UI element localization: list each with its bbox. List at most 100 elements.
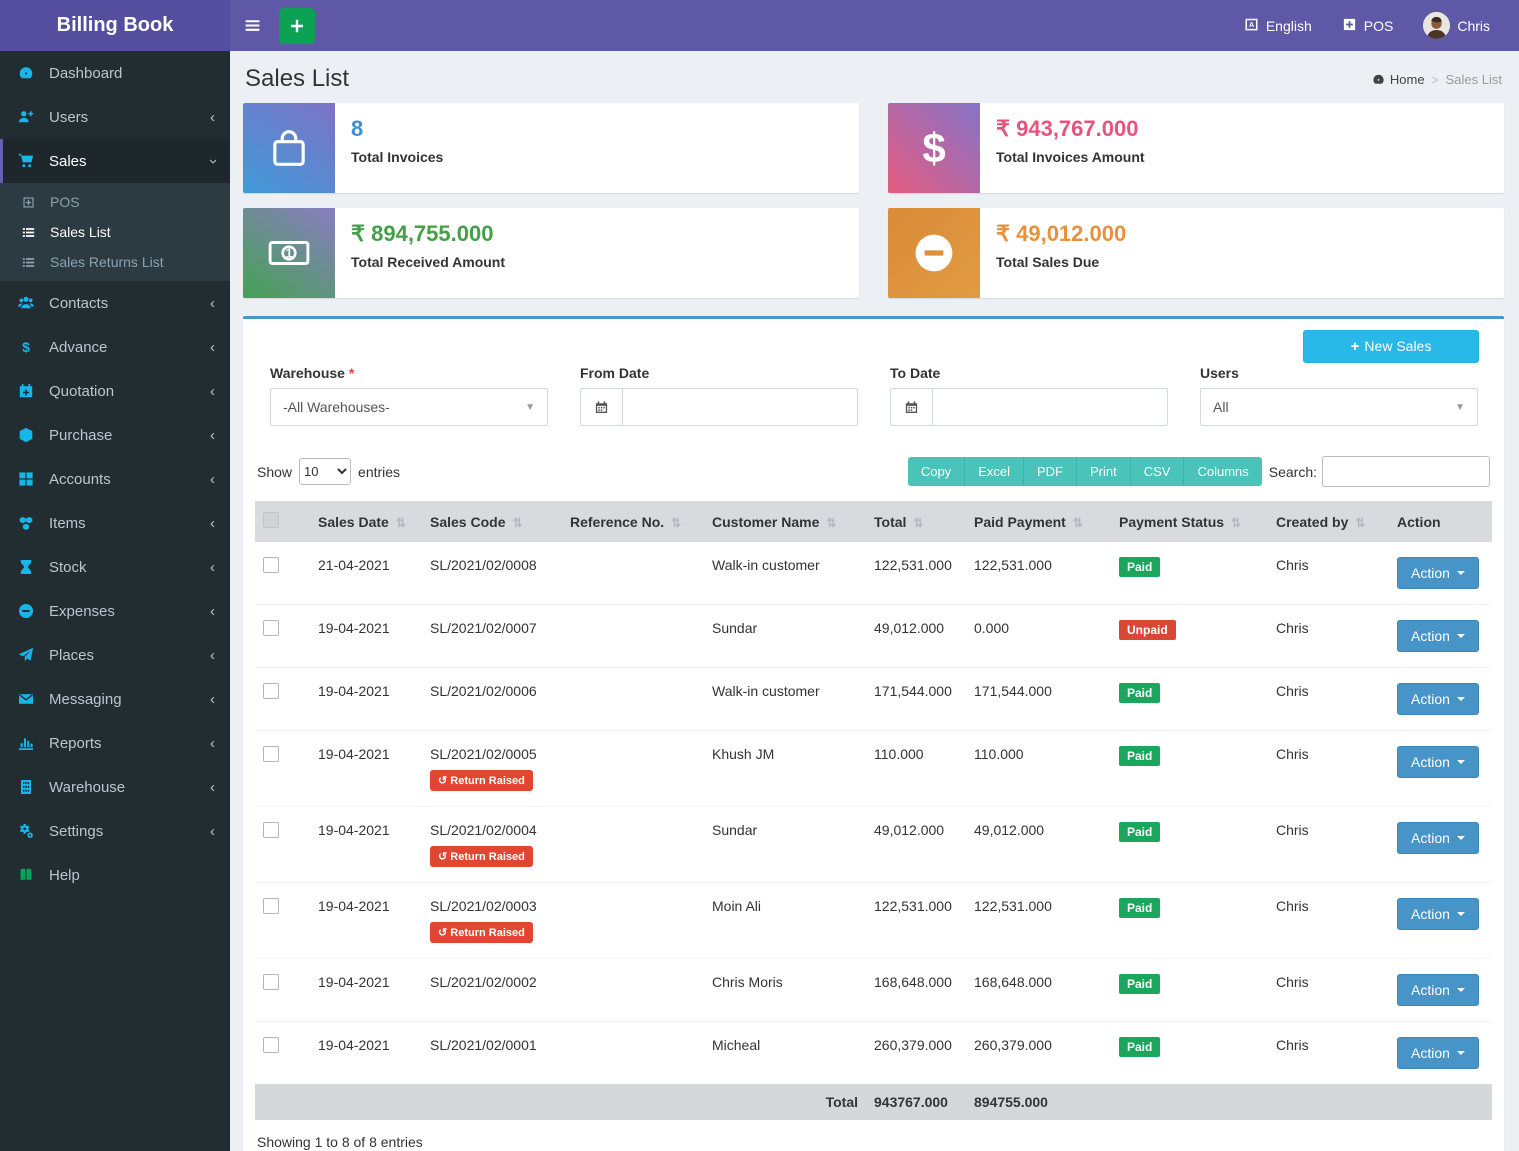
sidebar-item-advance[interactable]: $Advance‹ [0,325,230,369]
sidebar-item-reports[interactable]: Reports‹ [0,721,230,765]
columns-export-button[interactable]: Columns [1184,457,1261,486]
row-checkbox[interactable] [263,557,279,573]
column-header-reference-no[interactable]: Reference No.⇅ [562,501,704,542]
money-bill-icon: 1 [243,208,335,298]
excel-export-button[interactable]: Excel [965,457,1024,486]
app-logo[interactable]: Billing Book [0,0,230,51]
sort-icon[interactable]: ⇅ [826,516,836,530]
language-label: English [1266,18,1312,34]
row-checkbox[interactable] [263,683,279,699]
new-sales-label: New Sales [1364,338,1431,354]
copy-export-button[interactable]: Copy [908,457,965,486]
quick-add-button[interactable] [279,8,315,44]
sidebar-item-contacts[interactable]: Contacts‹ [0,281,230,325]
select-all-header [255,501,310,542]
language-menu[interactable]: A English [1229,0,1327,51]
book-icon [18,867,40,883]
chevron-icon: ‹ [210,559,215,576]
sidebar-item-settings[interactable]: Settings‹ [0,809,230,853]
paper-plane-icon [18,647,40,663]
action-dropdown-button[interactable]: Action [1397,683,1479,715]
sidebar-item-expenses[interactable]: Expenses‹ [0,589,230,633]
search-input[interactable] [1322,456,1490,487]
pos-link[interactable]: POS [1327,0,1409,51]
sort-icon[interactable]: ⇅ [1073,516,1083,530]
sidebar-item-messaging[interactable]: Messaging‹ [0,677,230,721]
action-dropdown-button[interactable]: Action [1397,557,1479,589]
to-date-label: To Date [890,365,1168,381]
row-checkbox[interactable] [263,822,279,838]
sort-icon[interactable]: ⇅ [913,516,923,530]
pos-label: POS [1364,18,1394,34]
column-header-action[interactable]: Action [1389,501,1492,542]
sidebar-subitem-sales-list[interactable]: Sales List [0,217,230,247]
action-dropdown-button[interactable]: Action [1397,898,1479,930]
sidebar-item-dashboard[interactable]: Dashboard [0,51,230,95]
row-checkbox[interactable] [263,974,279,990]
sidebar-item-label: Stock [49,559,87,576]
sidebar-item-items[interactable]: Items‹ [0,501,230,545]
column-header-payment-status[interactable]: Payment Status⇅ [1111,501,1268,542]
column-header-paid-payment[interactable]: Paid Payment⇅ [966,501,1111,542]
table-row: 19-04-2021SL/2021/02/0005↺ Return Raised… [255,731,1492,807]
sidebar-item-warehouse[interactable]: Warehouse‹ [0,765,230,809]
column-header-sales-date[interactable]: Sales Date⇅ [310,501,422,542]
sidebar-item-quotation[interactable]: Quotation‹ [0,369,230,413]
required-asterisk: * [349,365,354,381]
page-size-select[interactable]: 10 [299,458,351,485]
row-checkbox[interactable] [263,620,279,636]
action-dropdown-button[interactable]: Action [1397,746,1479,778]
paid-payment-cell: 168,648.000 [966,959,1111,1022]
to-date-input[interactable] [932,388,1168,426]
new-sales-button[interactable]: +New Sales [1303,330,1479,363]
caret-down-icon [1457,836,1465,840]
csv-export-button[interactable]: CSV [1131,457,1185,486]
customer-name-cell: Micheal [704,1022,866,1085]
action-dropdown-button[interactable]: Action [1397,822,1479,854]
sidebar-item-stock[interactable]: Stock ‹ [0,545,230,589]
select-all-checkbox[interactable] [263,512,279,528]
sidebar-subitem-label: Sales List [50,224,111,240]
sort-icon[interactable]: ⇅ [512,516,522,530]
sidebar-item-label: Quotation [49,383,114,400]
sidebar-item-places[interactable]: Places‹ [0,633,230,677]
column-header-customer-name[interactable]: Customer Name⇅ [704,501,866,542]
from-date-input[interactable] [622,388,858,426]
sidebar-item-help[interactable]: Help [0,853,230,897]
sidebar-item-users[interactable]: Users‹ [0,95,230,139]
column-header-created-by[interactable]: Created by⇅ [1268,501,1389,542]
return-raised-badge: ↺ Return Raised [430,770,533,791]
pdf-export-button[interactable]: PDF [1024,457,1077,486]
users-icon [18,295,40,311]
sort-icon[interactable]: ⇅ [671,516,681,530]
users-select[interactable]: All ▼ [1200,388,1478,426]
list-icon [22,226,42,239]
customer-name-cell: Sundar [704,605,866,668]
plus-square-icon [22,196,42,209]
sidebar-item-purchase[interactable]: Purchase‹ [0,413,230,457]
entries-summary: Showing 1 to 8 of 8 entries [257,1134,1490,1150]
sort-icon[interactable]: ⇅ [396,516,406,530]
row-checkbox[interactable] [263,746,279,762]
action-dropdown-button[interactable]: Action [1397,1037,1479,1069]
sidebar-item-sales[interactable]: Sales‹ [0,139,230,183]
user-menu[interactable]: Chris [1408,0,1505,51]
sidebar-subitem-pos[interactable]: POS [0,187,230,217]
action-dropdown-button[interactable]: Action [1397,974,1479,1006]
row-checkbox[interactable] [263,898,279,914]
column-header-sales-code[interactable]: Sales Code⇅ [422,501,562,542]
sort-icon[interactable]: ⇅ [1355,516,1365,530]
sidebar-item-accounts[interactable]: Accounts‹ [0,457,230,501]
action-dropdown-button[interactable]: Action [1397,620,1479,652]
column-header-total[interactable]: Total⇅ [866,501,966,542]
warehouse-select[interactable]: -All Warehouses- ▼ [270,388,548,426]
sidebar-subitem-sales-returns-list[interactable]: Sales Returns List [0,247,230,277]
customer-name-cell: Walk-in customer [704,542,866,605]
sales-date-cell: 19-04-2021 [310,1022,422,1085]
row-checkbox[interactable] [263,1037,279,1053]
sort-icon[interactable]: ⇅ [1231,516,1241,530]
print-export-button[interactable]: Print [1077,457,1131,486]
breadcrumb-home-link[interactable]: Home [1372,72,1425,87]
sidebar-item-label: Warehouse [49,779,125,796]
sidebar-toggle-button[interactable] [230,0,275,51]
